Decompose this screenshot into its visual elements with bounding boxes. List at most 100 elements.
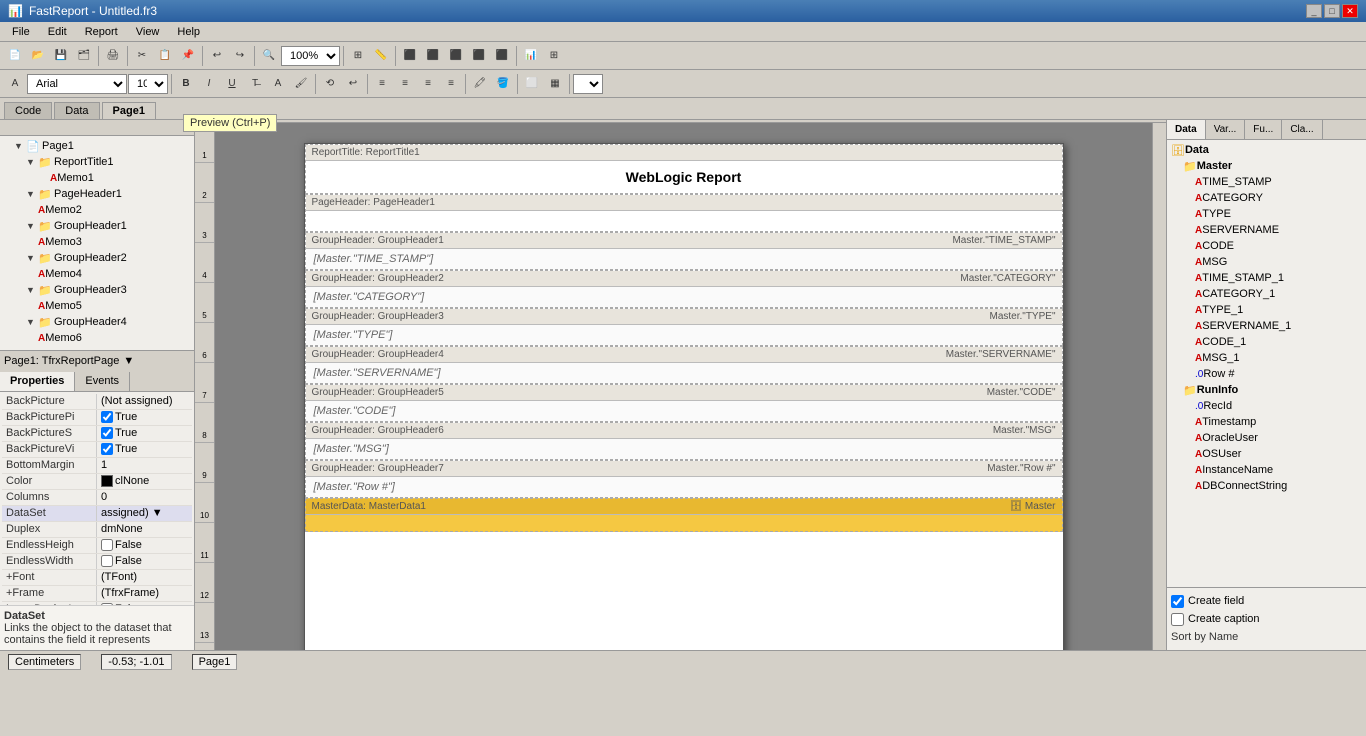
- tree-item[interactable]: ▼ 📁 GroupHeader2: [2, 250, 192, 266]
- right-item[interactable]: A OSUser: [1169, 446, 1364, 462]
- title-bar-controls[interactable]: _ □ ✕: [1306, 4, 1358, 18]
- align-c[interactable]: ⬛: [422, 45, 444, 67]
- save-all-button[interactable]: 🗂: [73, 45, 95, 67]
- tab-code[interactable]: Code: [4, 102, 52, 119]
- tab-classes[interactable]: Cla...: [1282, 120, 1322, 139]
- align-l[interactable]: ⬛: [399, 45, 421, 67]
- expand-icon[interactable]: ▼: [14, 141, 26, 151]
- prop-value[interactable]: True: [97, 411, 192, 423]
- right-item[interactable]: A CODE_1: [1169, 334, 1364, 350]
- create-field-checkbox[interactable]: [1171, 595, 1184, 608]
- undo-button[interactable]: ↩: [206, 45, 228, 67]
- text-align-r[interactable]: ≡: [417, 73, 439, 95]
- right-item[interactable]: A CATEGORY: [1169, 190, 1364, 206]
- prop-value[interactable]: True: [97, 443, 192, 455]
- ruler-button[interactable]: 📏: [370, 45, 392, 67]
- minimize-button[interactable]: _: [1306, 4, 1322, 18]
- grid-button[interactable]: ⊞: [347, 45, 369, 67]
- band-content[interactable]: [Master."Row #"]: [306, 477, 1062, 497]
- create-caption-check[interactable]: Create caption: [1171, 610, 1362, 628]
- menu-report[interactable]: Report: [77, 24, 126, 40]
- chart-button[interactable]: 📊: [520, 45, 542, 67]
- right-item[interactable]: A TIME_STAMP: [1169, 174, 1364, 190]
- text-justify[interactable]: ≡: [440, 73, 462, 95]
- italic-button[interactable]: I: [198, 73, 220, 95]
- band-content[interactable]: [306, 515, 1062, 531]
- font-color-button[interactable]: A: [267, 73, 289, 95]
- band-content[interactable]: WebLogic Report: [306, 161, 1062, 193]
- cut-button[interactable]: ✂: [131, 45, 153, 67]
- tree-item[interactable]: ▼ 📁 PageHeader1: [2, 186, 192, 202]
- expand-icon[interactable]: ▼: [26, 157, 38, 167]
- redo-button[interactable]: ↪: [229, 45, 251, 67]
- menu-help[interactable]: Help: [169, 24, 208, 40]
- save-button[interactable]: 💾: [50, 45, 72, 67]
- underline-button[interactable]: U: [221, 73, 243, 95]
- tab-data[interactable]: Data: [54, 102, 99, 119]
- band-content[interactable]: [Master."SERVERNAME"]: [306, 363, 1062, 383]
- tree-item[interactable]: A Memo4: [2, 266, 192, 282]
- bold-button[interactable]: B: [175, 73, 197, 95]
- prop-value[interactable]: (TFont): [97, 571, 192, 583]
- expand-icon[interactable]: ▼: [26, 253, 38, 263]
- band-content[interactable]: [Master."TYPE"]: [306, 325, 1062, 345]
- tree-item[interactable]: A Memo3: [2, 234, 192, 250]
- text-align-c[interactable]: ≡: [394, 73, 416, 95]
- fill-color[interactable]: 🪣: [492, 73, 514, 95]
- expand-icon[interactable]: ▼: [26, 189, 38, 199]
- band-content[interactable]: [Master."MSG"]: [306, 439, 1062, 459]
- right-item-data[interactable]: 🗄 Data: [1169, 142, 1364, 158]
- prop-value[interactable]: False: [97, 539, 192, 551]
- right-item[interactable]: A InstanceName: [1169, 462, 1364, 478]
- close-button[interactable]: ✕: [1342, 4, 1358, 18]
- right-item[interactable]: A SERVERNAME_1: [1169, 318, 1364, 334]
- text-align-l[interactable]: ≡: [371, 73, 393, 95]
- right-item[interactable]: .0 Row #: [1169, 366, 1364, 382]
- tab-events[interactable]: Events: [75, 372, 130, 391]
- right-item[interactable]: A Timestamp: [1169, 414, 1364, 430]
- tab-variables[interactable]: Var...: [1206, 120, 1246, 139]
- tree-item[interactable]: A Memo1: [2, 170, 192, 186]
- page-dropdown-icon[interactable]: ▼: [123, 355, 134, 367]
- text-undo[interactable]: ↩: [342, 73, 364, 95]
- highlight2[interactable]: 🖍: [469, 73, 491, 95]
- align-t[interactable]: ⬛: [468, 45, 490, 67]
- create-field-check[interactable]: Create field: [1171, 592, 1362, 610]
- prop-value[interactable]: (Not assigned): [97, 395, 192, 407]
- right-item[interactable]: A OracleUser: [1169, 430, 1364, 446]
- sort-by-name[interactable]: Sort by Name: [1171, 628, 1362, 646]
- right-item[interactable]: A CODE: [1169, 238, 1364, 254]
- right-item[interactable]: .0 RecId: [1169, 398, 1364, 414]
- prop-value[interactable]: 1: [97, 459, 192, 471]
- preview-button[interactable]: 🖨 Preview (Ctrl+P): [102, 45, 124, 67]
- table-button[interactable]: ⊞: [543, 45, 565, 67]
- right-item[interactable]: A TYPE: [1169, 206, 1364, 222]
- font-name-select[interactable]: Arial: [27, 74, 127, 94]
- menu-file[interactable]: File: [4, 24, 38, 40]
- expand-icon[interactable]: ▼: [26, 317, 38, 327]
- tab-data-right[interactable]: Data: [1167, 120, 1206, 139]
- paste-button[interactable]: 📌: [177, 45, 199, 67]
- prop-value[interactable]: 0: [97, 491, 192, 503]
- highlight-button[interactable]: 🖌: [290, 73, 312, 95]
- tree-item[interactable]: A Memo5: [2, 298, 192, 314]
- zoom-select[interactable]: 100%75%150%: [281, 46, 340, 66]
- align-b[interactable]: ⬛: [491, 45, 513, 67]
- right-item-master[interactable]: 📁 Master: [1169, 158, 1364, 174]
- tree-item[interactable]: ▼ 📁 GroupHeader3: [2, 282, 192, 298]
- prop-value[interactable]: assigned) ▼: [97, 507, 192, 519]
- strikethrough-button[interactable]: T̶: [244, 73, 266, 95]
- band-content[interactable]: [Master."CATEGORY"]: [306, 287, 1062, 307]
- tree-item[interactable]: ▼ 📁 GroupHeader1: [2, 218, 192, 234]
- prop-value[interactable]: (TfrxFrame): [97, 587, 192, 599]
- page-canvas[interactable]: ReportTitle: ReportTitle1 WebLogic Repor…: [215, 123, 1152, 650]
- right-item[interactable]: A CATEGORY_1: [1169, 286, 1364, 302]
- tree-item[interactable]: A Memo6: [2, 330, 192, 346]
- right-item[interactable]: A MSG_1: [1169, 350, 1364, 366]
- right-item[interactable]: A MSG: [1169, 254, 1364, 270]
- text-rotate[interactable]: ⟲: [319, 73, 341, 95]
- expand-icon[interactable]: ▼: [26, 285, 38, 295]
- right-item-runinfo[interactable]: 📁 RunInfo: [1169, 382, 1364, 398]
- tree-item[interactable]: ▼ 📁 ReportTitle1: [2, 154, 192, 170]
- frame-all[interactable]: ▦: [544, 73, 566, 95]
